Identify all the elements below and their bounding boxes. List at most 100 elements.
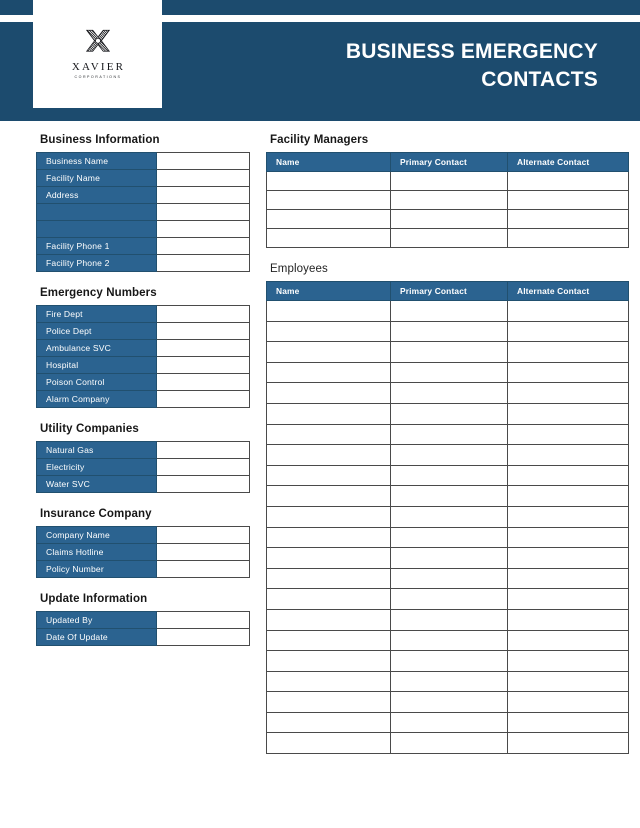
cell-field[interactable]: [390, 526, 508, 549]
cell-field[interactable]: [266, 171, 391, 191]
cell-field[interactable]: [266, 423, 391, 446]
cell-field[interactable]: [390, 691, 508, 713]
cell-field[interactable]: [507, 691, 629, 713]
cell-field[interactable]: [507, 228, 629, 248]
cell-field[interactable]: [266, 228, 391, 248]
cell-field[interactable]: [266, 444, 391, 466]
cell-field[interactable]: [390, 423, 508, 446]
cell-field[interactable]: [390, 650, 508, 672]
cell-field[interactable]: [507, 382, 629, 404]
cell-field[interactable]: [266, 670, 391, 693]
cell-field[interactable]: [507, 464, 629, 487]
cell-field[interactable]: [507, 732, 629, 755]
cell-field[interactable]: [390, 711, 508, 734]
cell-field[interactable]: [266, 547, 391, 569]
row-value-field[interactable]: [156, 254, 250, 272]
cell-field[interactable]: [266, 209, 391, 229]
cell-field[interactable]: [266, 711, 391, 734]
cell-field[interactable]: [390, 300, 508, 322]
row-value-field[interactable]: [156, 322, 250, 340]
cell-field[interactable]: [266, 650, 391, 672]
cell-field[interactable]: [266, 485, 391, 507]
cell-field[interactable]: [390, 588, 508, 610]
row-value-field[interactable]: [156, 356, 250, 374]
cell-field[interactable]: [390, 670, 508, 693]
row-value-field[interactable]: [156, 373, 250, 391]
row-value-field[interactable]: [156, 543, 250, 561]
cell-field[interactable]: [390, 567, 508, 590]
row-value-field[interactable]: [156, 628, 250, 646]
cell-field[interactable]: [507, 190, 629, 210]
row-value-field[interactable]: [156, 458, 250, 476]
cell-field[interactable]: [266, 190, 391, 210]
cell-field[interactable]: [507, 505, 629, 528]
table-row: [266, 711, 629, 734]
cell-field[interactable]: [507, 526, 629, 549]
cell-field[interactable]: [507, 341, 629, 363]
row-value-field[interactable]: [156, 237, 250, 255]
cell-field[interactable]: [507, 608, 629, 631]
cell-field[interactable]: [390, 629, 508, 652]
cell-field[interactable]: [507, 567, 629, 590]
cell-field[interactable]: [507, 485, 629, 507]
cell-field[interactable]: [390, 209, 508, 229]
cell-field[interactable]: [266, 505, 391, 528]
cell-field[interactable]: [266, 320, 391, 343]
cell-field[interactable]: [507, 171, 629, 191]
cell-field[interactable]: [507, 320, 629, 343]
row-value-field[interactable]: [156, 169, 250, 187]
cell-field[interactable]: [266, 464, 391, 487]
cell-field[interactable]: [390, 732, 508, 755]
cell-field[interactable]: [507, 711, 629, 734]
cell-field[interactable]: [390, 228, 508, 248]
row-value-field[interactable]: [156, 390, 250, 408]
cell-field[interactable]: [266, 608, 391, 631]
cell-field[interactable]: [390, 485, 508, 507]
cell-field[interactable]: [507, 300, 629, 322]
row-value-field[interactable]: [156, 186, 250, 204]
cell-field[interactable]: [390, 190, 508, 210]
row-value-field[interactable]: [156, 560, 250, 578]
row-value-field[interactable]: [156, 475, 250, 493]
row-value-field[interactable]: [156, 526, 250, 544]
cell-field[interactable]: [266, 361, 391, 384]
cell-field[interactable]: [390, 402, 508, 425]
cell-field[interactable]: [266, 567, 391, 590]
cell-field[interactable]: [390, 341, 508, 363]
cell-field[interactable]: [507, 361, 629, 384]
cell-field[interactable]: [266, 402, 391, 425]
cell-field[interactable]: [507, 444, 629, 466]
cell-field[interactable]: [266, 526, 391, 549]
cell-field[interactable]: [507, 209, 629, 229]
cell-field[interactable]: [266, 732, 391, 755]
row-value-field[interactable]: [156, 339, 250, 357]
cell-field[interactable]: [390, 444, 508, 466]
row-value-field[interactable]: [156, 220, 250, 238]
cell-field[interactable]: [507, 588, 629, 610]
row-value-field[interactable]: [156, 441, 250, 459]
row-value-field[interactable]: [156, 203, 250, 221]
cell-field[interactable]: [266, 341, 391, 363]
cell-field[interactable]: [266, 300, 391, 322]
cell-field[interactable]: [507, 423, 629, 446]
cell-field[interactable]: [507, 670, 629, 693]
cell-field[interactable]: [390, 505, 508, 528]
cell-field[interactable]: [390, 171, 508, 191]
cell-field[interactable]: [390, 464, 508, 487]
cell-field[interactable]: [390, 382, 508, 404]
row-value-field[interactable]: [156, 611, 250, 629]
cell-field[interactable]: [390, 547, 508, 569]
cell-field[interactable]: [390, 320, 508, 343]
cell-field[interactable]: [266, 691, 391, 713]
cell-field[interactable]: [507, 629, 629, 652]
row-value-field[interactable]: [156, 152, 250, 170]
cell-field[interactable]: [507, 402, 629, 425]
cell-field[interactable]: [390, 608, 508, 631]
cell-field[interactable]: [266, 382, 391, 404]
cell-field[interactable]: [507, 650, 629, 672]
cell-field[interactable]: [507, 547, 629, 569]
cell-field[interactable]: [390, 361, 508, 384]
row-value-field[interactable]: [156, 305, 250, 323]
cell-field[interactable]: [266, 588, 391, 610]
cell-field[interactable]: [266, 629, 391, 652]
